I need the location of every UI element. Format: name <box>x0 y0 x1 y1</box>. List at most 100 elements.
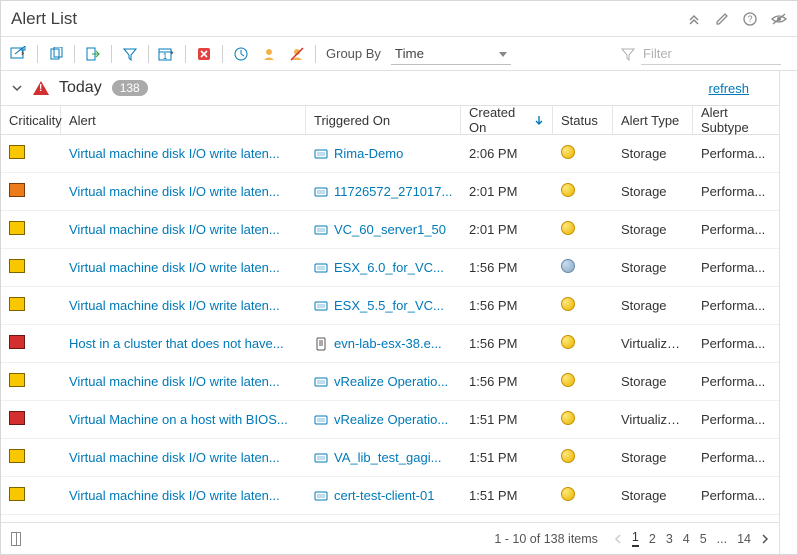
visibility-icon[interactable] <box>771 12 787 26</box>
table-row[interactable]: Virtual machine disk I/O write laten... c… <box>1 477 779 515</box>
criticality-indicator <box>9 145 25 159</box>
column-status[interactable]: Status <box>553 106 613 134</box>
toolbar-separator <box>111 45 112 63</box>
triggered-on-link[interactable]: 11726572_271017... <box>334 184 452 199</box>
table-row[interactable]: Virtual machine disk I/O write laten... v… <box>1 363 779 401</box>
table-row[interactable]: Host in a cluster that does not have... e… <box>1 325 779 363</box>
pager-page: ... <box>717 532 727 546</box>
column-picker-button[interactable] <box>11 532 21 546</box>
triggered-on-link[interactable]: vRealize Operatio... <box>334 412 448 427</box>
pager-page[interactable]: 3 <box>666 532 673 546</box>
alert-link[interactable]: Virtual machine disk I/O write laten... <box>69 222 280 237</box>
vm-icon <box>314 261 328 275</box>
alert-link[interactable]: Host in a cluster that does not have... <box>69 336 284 351</box>
group-count-badge: 138 <box>112 80 148 96</box>
chevron-down-icon[interactable] <box>11 82 23 94</box>
alert-link[interactable]: Virtual machine disk I/O write laten... <box>69 260 280 275</box>
pager-page[interactable]: 1 <box>632 530 639 547</box>
group-by-select[interactable] <box>391 43 511 65</box>
triggered-on-link[interactable]: cert-test-client-01 <box>334 488 434 503</box>
table-row[interactable]: Virtual machine disk I/O write laten... E… <box>1 287 779 325</box>
table-row[interactable]: Virtual machine disk I/O write laten... E… <box>1 249 779 287</box>
help-icon[interactable]: ? <box>743 12 757 26</box>
triggered-on-link[interactable]: ESX_6.0_for_VC... <box>334 260 444 275</box>
filter-funnel-button[interactable] <box>118 43 142 65</box>
pager-prev[interactable] <box>614 534 622 544</box>
refresh-link[interactable]: refresh <box>709 81 749 96</box>
edit-icon[interactable] <box>715 12 729 26</box>
filter-input[interactable] <box>641 43 781 65</box>
toolbar-separator <box>222 45 223 63</box>
column-type[interactable]: Alert Type <box>613 106 693 134</box>
triggered-on-link[interactable]: VA_lib_test_gagi... <box>334 450 441 465</box>
column-triggered[interactable]: Triggered On <box>306 106 461 134</box>
toolbar-separator <box>148 45 149 63</box>
take-ownership-button[interactable] <box>257 43 281 65</box>
alert-subtype-value: Performa... <box>693 336 779 351</box>
filter-row <box>621 43 781 65</box>
pager-page[interactable]: 4 <box>683 532 690 546</box>
criticality-indicator <box>9 335 25 349</box>
export-button[interactable] <box>81 43 105 65</box>
copy-button[interactable] <box>44 43 68 65</box>
alert-link[interactable]: Virtual machine disk I/O write laten... <box>69 374 280 389</box>
criticality-indicator <box>9 297 25 311</box>
status-bulb-icon <box>561 335 575 349</box>
vm-icon <box>314 147 328 161</box>
vm-icon <box>314 451 328 465</box>
open-new-tab-button[interactable] <box>7 43 31 65</box>
alert-subtype-value: Performa... <box>693 222 779 237</box>
scrollbar[interactable] <box>779 71 797 554</box>
alert-type-value: Storage <box>613 260 693 275</box>
pager-next[interactable] <box>761 534 769 544</box>
date-button[interactable]: 1 <box>155 43 179 65</box>
alert-link[interactable]: Virtual Machine on a host with BIOS... <box>69 412 288 427</box>
created-on-value: 2:01 PM <box>461 222 553 237</box>
created-on-value: 1:56 PM <box>461 298 553 313</box>
triggered-on-link[interactable]: ESX_5.5_for_VC... <box>334 298 444 313</box>
table-row[interactable]: Virtual machine disk I/O write laten... V… <box>1 439 779 477</box>
alert-link[interactable]: Virtual machine disk I/O write laten... <box>69 298 280 313</box>
triggered-on-link[interactable]: vRealize Operatio... <box>334 374 448 389</box>
triggered-on-link[interactable]: evn-lab-esx-38.e... <box>334 336 442 351</box>
status-bulb-icon <box>561 487 575 501</box>
column-created-label: Created On <box>469 105 532 135</box>
table-row[interactable]: Virtual machine disk I/O write laten... R… <box>1 135 779 173</box>
release-ownership-button[interactable] <box>285 43 309 65</box>
triggered-on-link[interactable]: VC_60_server1_50 <box>334 222 446 237</box>
alert-link[interactable]: Virtual machine disk I/O write laten... <box>69 450 280 465</box>
alert-link[interactable]: Virtual machine disk I/O write laten... <box>69 184 280 199</box>
column-subtype[interactable]: Alert Subtype <box>693 106 779 134</box>
table-row[interactable]: Virtual machine disk I/O write laten... V… <box>1 211 779 249</box>
created-on-value: 1:51 PM <box>461 488 553 503</box>
table-body: Virtual machine disk I/O write laten... R… <box>1 135 779 522</box>
table-row[interactable]: Virtual Machine on a host with BIOS... vR… <box>1 401 779 439</box>
alert-type-value: Storage <box>613 222 693 237</box>
vm-icon <box>314 185 328 199</box>
pager-page[interactable]: 2 <box>649 532 656 546</box>
svg-text:1: 1 <box>163 52 168 61</box>
alert-type-value: Storage <box>613 184 693 199</box>
status-bulb-icon <box>561 449 575 463</box>
alert-link[interactable]: Virtual machine disk I/O write laten... <box>69 488 280 503</box>
alert-subtype-value: Performa... <box>693 184 779 199</box>
pager-page[interactable]: 14 <box>737 532 751 546</box>
cancel-button[interactable] <box>192 43 216 65</box>
suspend-button[interactable] <box>229 43 253 65</box>
status-bulb-icon <box>561 145 575 159</box>
alert-type-value: Storage <box>613 450 693 465</box>
status-bulb-icon <box>561 411 575 425</box>
triggered-on-link[interactable]: Rima-Demo <box>334 146 403 161</box>
pager-page[interactable]: 5 <box>700 532 707 546</box>
column-alert[interactable]: Alert <box>61 106 306 134</box>
alert-type-value: Storage <box>613 298 693 313</box>
header-actions: ? <box>687 12 787 26</box>
table-row[interactable]: Virtual machine disk I/O write laten... 1… <box>1 173 779 211</box>
criticality-indicator <box>9 487 25 501</box>
column-created[interactable]: Created On <box>461 106 553 134</box>
group-by-label: Group By <box>326 46 381 61</box>
column-criticality[interactable]: Criticality <box>1 106 61 134</box>
alert-subtype-value: Performa... <box>693 146 779 161</box>
collapse-icon[interactable] <box>687 12 701 26</box>
alert-link[interactable]: Virtual machine disk I/O write laten... <box>69 146 280 161</box>
